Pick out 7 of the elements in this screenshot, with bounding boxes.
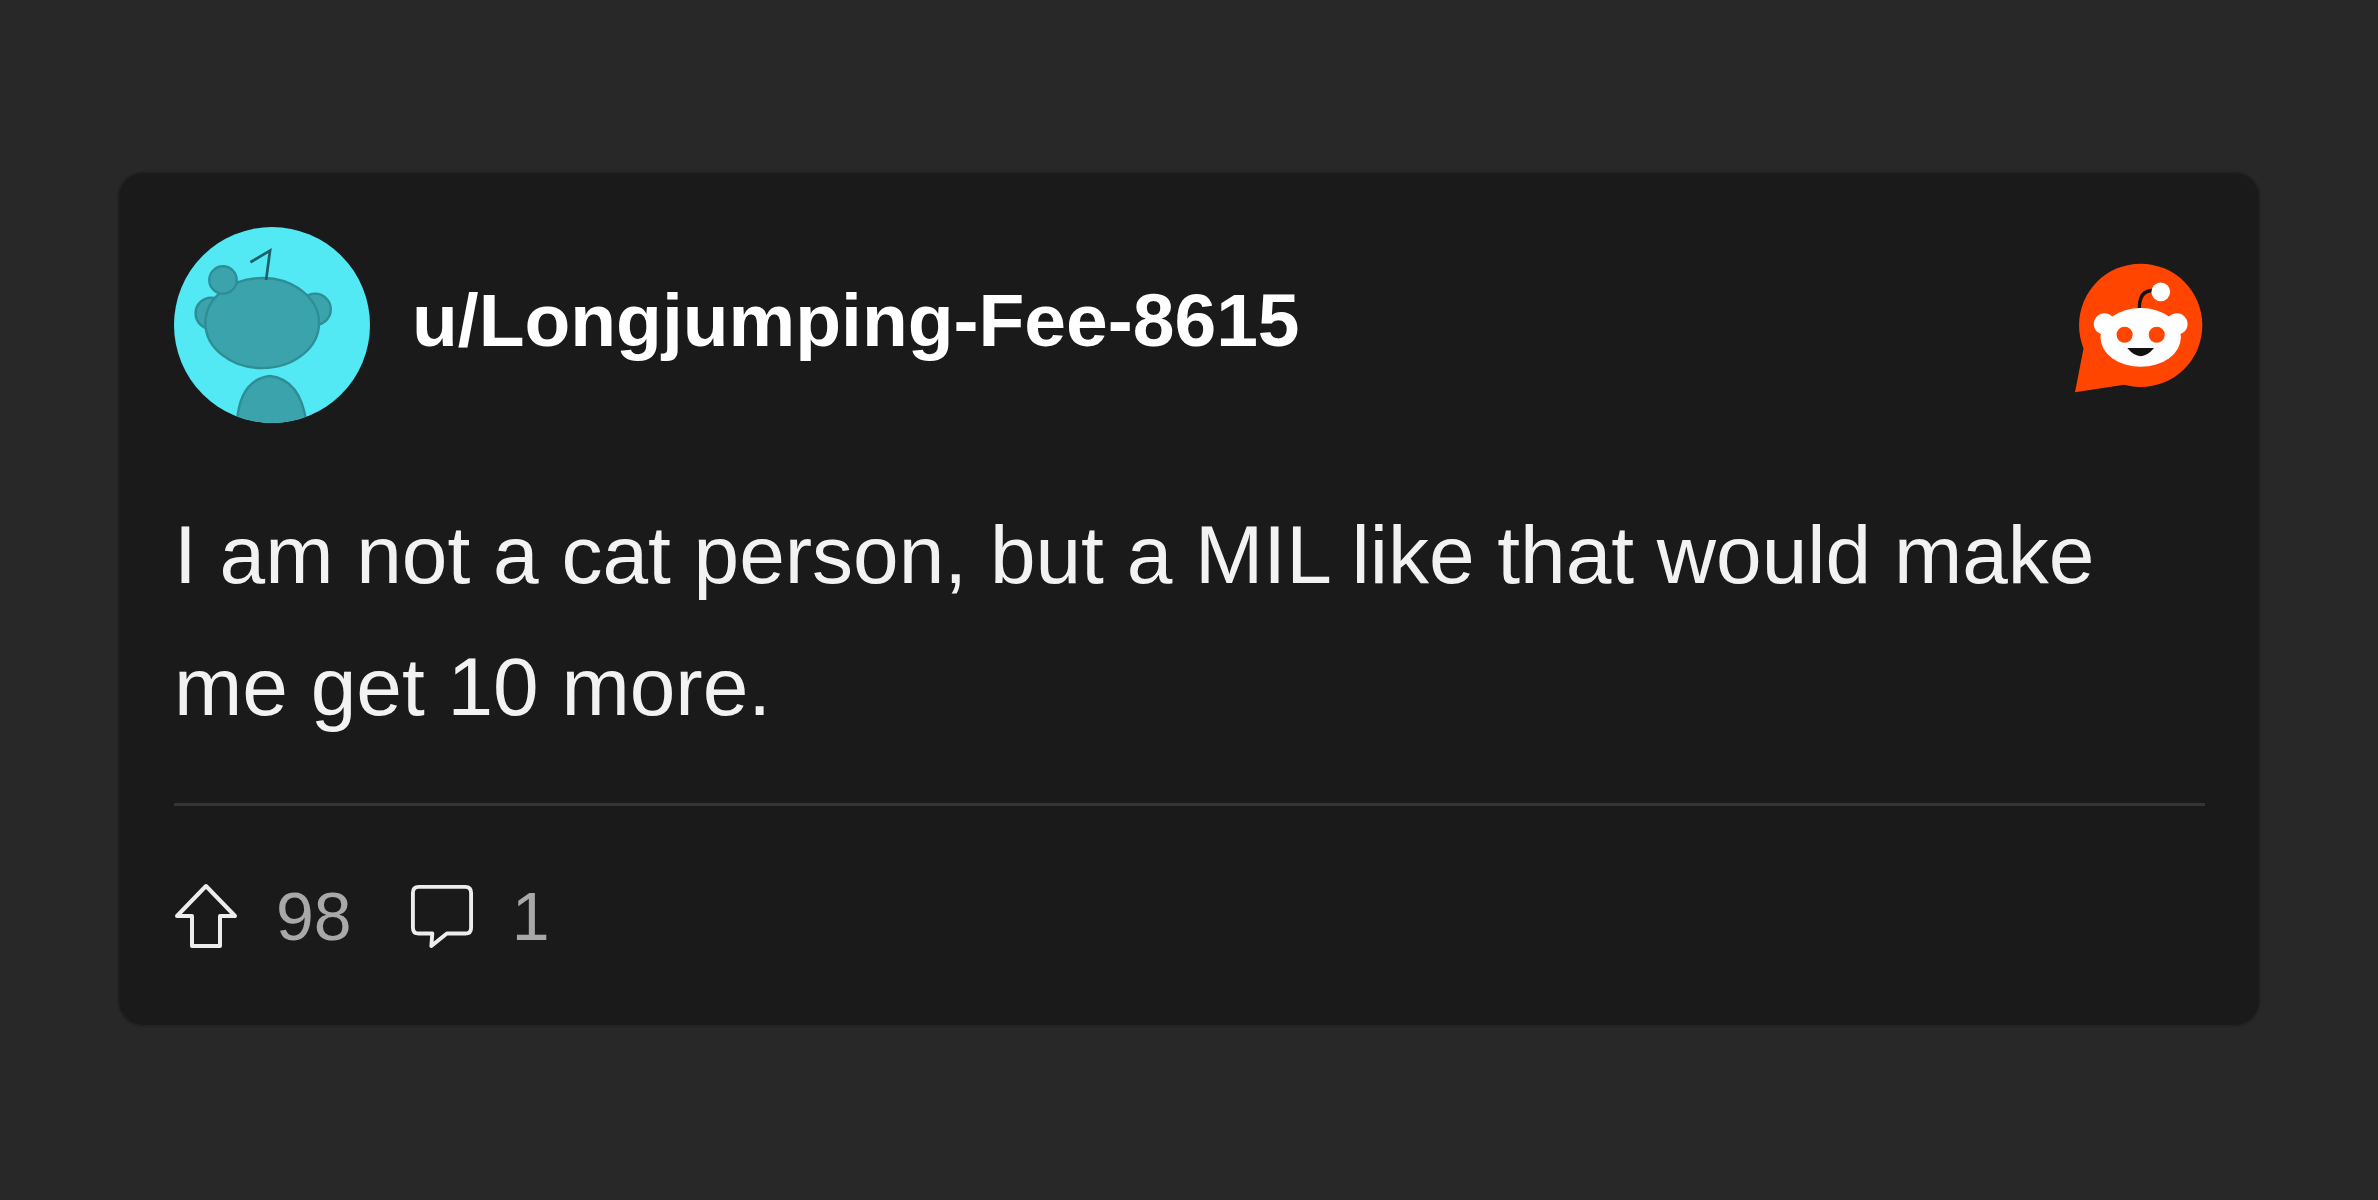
comment-icon [409,883,474,949]
username[interactable]: u/Longjumping-Fee-8615 [412,277,1300,363]
upvote-button[interactable]: 98 [174,882,352,950]
post-text: I am not a cat person, but a MIL like that would make me get 10 more. [174,508,2096,734]
up-arrow-icon [174,883,238,949]
avatar-icon [174,227,370,423]
comment-button[interactable]: 1 [409,882,550,950]
